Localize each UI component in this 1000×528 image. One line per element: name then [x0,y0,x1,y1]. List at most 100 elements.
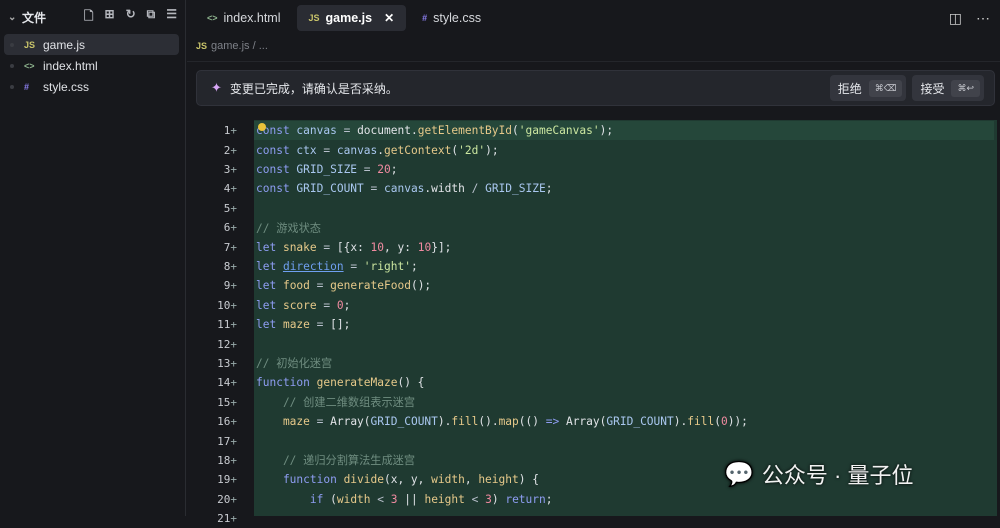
code-token: () { [397,376,425,390]
js-file-icon: JS [24,39,36,50]
code-line: 5+ [187,199,997,218]
tab-index-html[interactable]: <> index.html [195,5,293,31]
line-number: 5+ [223,201,237,215]
code-line: 8+ let direction = 'right'; [187,257,997,276]
code-line: 16+ maze = Array(GRID_COUNT).fill().map(… [187,412,997,431]
code-line: 14+ function generateMaze() { [187,373,997,392]
line-number: 13+ [217,356,237,370]
sparkle-icon: ✦ [211,80,222,95]
line-number: 4+ [223,182,237,196]
file-explorer: ⌄ 文件 🗋 ⊞ ↻ ⧉ ☰ JS game.js <> index.html # sty… [0,0,186,516]
code-text: let direction = 'right'; [256,260,418,273]
lightbulb-icon[interactable] [258,123,266,131]
collapse-all-icon[interactable]: ⧉ [147,7,156,28]
code-token: maze [276,318,310,332]
code-token: ; [343,298,351,312]
code-token: width [336,492,371,506]
code-text: // 初始化迷宫 [256,355,332,371]
code-token: direction [282,259,344,273]
code-token: 20 [377,162,391,176]
code-token: let [256,279,277,293]
code-text: const GRID_COUNT = canvas.width / GRID_S… [256,182,552,195]
code-token: 10 [417,240,432,254]
code-line: 10+ let score = 0; [187,296,997,315]
status-dot [10,63,14,68]
code-token: const [256,182,290,196]
file-item-style-css[interactable]: # style.css [4,76,179,97]
code-token: ctx [289,143,317,157]
code-token: ( [714,415,721,429]
code-text: // 创建二维数组表示迷宫 [256,394,415,410]
code-token: ) { [518,473,539,487]
code-line: 20+ if (width < 3 || height < 3) return; [187,490,997,509]
tab-game-js[interactable]: JS game.js ✕ [296,5,407,31]
html-file-icon: <> [207,13,218,23]
code-token: [{x: [336,240,371,254]
code-token: ( [323,492,337,506]
code-token: maze [256,415,310,429]
code-text: function divide(x, y, width, height) { [256,473,539,486]
refresh-icon[interactable]: ↻ [126,7,136,28]
code-token: , y: [384,240,418,254]
code-token: GRID_COUNT [370,415,438,429]
code-token: = [309,318,331,332]
code-token: < [370,492,391,506]
code-token: snake [276,240,317,254]
code-token: []; [330,318,351,332]
code-token: Array [330,415,364,429]
code-token: Array [559,415,600,429]
code-token: ; [410,259,418,273]
code-line: 13+ // 初始化迷宫 [187,354,997,373]
code-token: ; [390,162,398,176]
code-token: function [256,473,337,487]
code-token: map [498,415,519,429]
line-number: 7+ [223,240,237,254]
chevron-down-icon[interactable]: ⌄ [8,12,22,23]
code-token: GRID_SIZE [289,162,358,176]
code-token: // 游戏状态 [256,221,321,235]
code-token: ( [512,124,519,138]
code-token: || [397,492,425,506]
editor-tabs: <> index.html JS game.js ✕ # style.css ◫ ⋯ [187,0,1000,36]
divider [187,61,1000,62]
code-text: let maze = []; [256,318,350,331]
code-token: let [256,298,277,312]
code-token: ); [599,124,614,138]
code-token: (() [518,415,546,429]
file-item-index-html[interactable]: <> index.html [4,55,179,76]
code-token: GRID_SIZE [485,182,546,196]
line-number: 18+ [217,453,237,467]
breadcrumb-path[interactable]: game.js / ... [211,40,268,52]
code-token: = [343,259,364,273]
settings-sliders-icon[interactable]: ☰ [166,7,177,28]
code-token: height [424,492,465,506]
banner-message: 变更已完成，请确认是否采纳。 [229,81,398,96]
new-folder-icon[interactable]: ⊞ [105,7,115,28]
file-item-game-js[interactable]: JS game.js [4,34,179,55]
code-line: 1+ const canvas = document.getElementById… [187,121,997,141]
new-file-icon[interactable]: 🗋 [84,7,94,28]
code-text: // 游戏状态 [256,220,321,236]
code-token: score [276,298,317,312]
tab-style-css[interactable]: # style.css [410,5,493,31]
close-icon[interactable]: ✕ [384,11,394,25]
code-token: divide [336,473,384,487]
file-name: index.html [43,58,98,73]
code-line: 7+ let snake = [{x: 10, y: 10}]; [187,237,997,256]
line-number: 9+ [223,279,237,293]
code-token: // 递归分割算法生成迷宫 [256,454,416,468]
line-number: 16+ [217,415,237,429]
code-editor[interactable]: 1+ const canvas = document.getElementById… [187,120,1000,525]
tab-label: index.html [223,11,281,25]
code-text: let food = generateFood(); [256,279,431,292]
reject-button[interactable]: 拒绝 ⌘⌫ [829,75,907,101]
accept-button[interactable]: 接受 ⌘↩ [912,75,984,101]
code-token: = [363,182,384,196]
line-number: 2+ [223,143,237,157]
code-token: ). [437,415,452,429]
code-text: maze = Array(GRID_COUNT).fill().map(() =… [256,415,748,428]
code-token: const [256,162,290,176]
split-editor-icon[interactable]: ◫ [949,10,962,27]
more-options-icon[interactable]: ⋯ [976,10,990,27]
code-text: let score = 0; [256,299,350,312]
